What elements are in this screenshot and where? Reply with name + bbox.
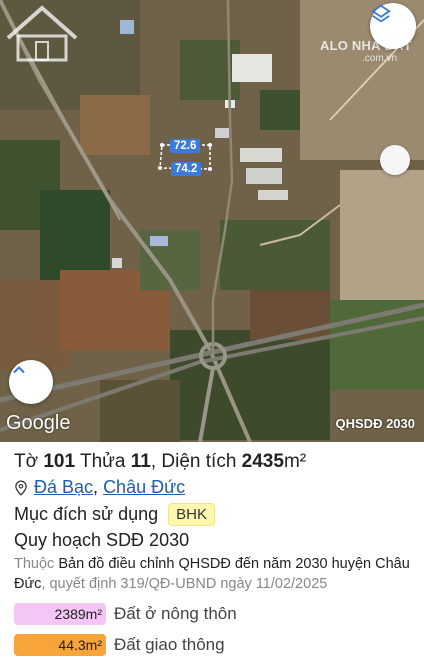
location-dot-button[interactable] bbox=[380, 145, 410, 175]
watermark-subtext: .com.vn bbox=[362, 53, 398, 64]
satellite-map[interactable]: 72.6 74.2 ALO NHÀ ĐẤT .com.vn Google QHS… bbox=[0, 0, 424, 442]
legend-item-residential: 2389m² Đất ở nông thôn bbox=[14, 603, 237, 625]
land-use-purpose-row: Mục đích sử dụng BHK bbox=[14, 503, 215, 526]
area-value: 2435 bbox=[241, 451, 284, 472]
chevron-up-icon bbox=[13, 366, 25, 374]
parcel-number: 11 bbox=[130, 451, 151, 472]
parcel-title: Tờ 101 Thửa 11, Diện tích 2435m² bbox=[14, 451, 307, 472]
legend-item-transport: 44.3m² Đất giao thông bbox=[14, 634, 225, 656]
legend-label: Đất giao thông bbox=[114, 635, 225, 654]
layers-button[interactable] bbox=[370, 3, 416, 49]
google-logo: Google bbox=[6, 412, 71, 434]
commune-link[interactable]: Đá Bạc bbox=[34, 477, 93, 498]
land-use-code-badge: BHK bbox=[168, 503, 215, 526]
sheet-number: 101 bbox=[43, 451, 76, 472]
layer-name-label: QHSDĐ 2030 bbox=[335, 416, 415, 431]
legend-swatch: 44.3m² bbox=[14, 634, 106, 656]
parcel-info-panel: Tờ 101 Thửa 11, Diện tích 2435m² Đá Bạc,… bbox=[0, 442, 424, 670]
location-row: Đá Bạc, Châu Đức bbox=[14, 477, 185, 498]
legend-swatch: 2389m² bbox=[14, 603, 106, 625]
map-pin-icon bbox=[15, 480, 27, 496]
watermark-house-icon bbox=[6, 5, 78, 62]
district-link[interactable]: Châu Đức bbox=[103, 477, 185, 498]
dimension-label-top: 72.6 bbox=[170, 139, 201, 153]
plan-description: Thuộc Bản đồ điều chỉnh QHSDĐ đến năm 20… bbox=[14, 556, 410, 592]
expand-up-button[interactable] bbox=[9, 360, 53, 404]
legend-label: Đất ở nông thôn bbox=[114, 604, 237, 623]
dimension-label-bottom: 74.2 bbox=[171, 162, 202, 176]
layers-icon bbox=[371, 4, 391, 23]
plan-title: Quy hoạch SDĐ 2030 bbox=[14, 530, 190, 550]
